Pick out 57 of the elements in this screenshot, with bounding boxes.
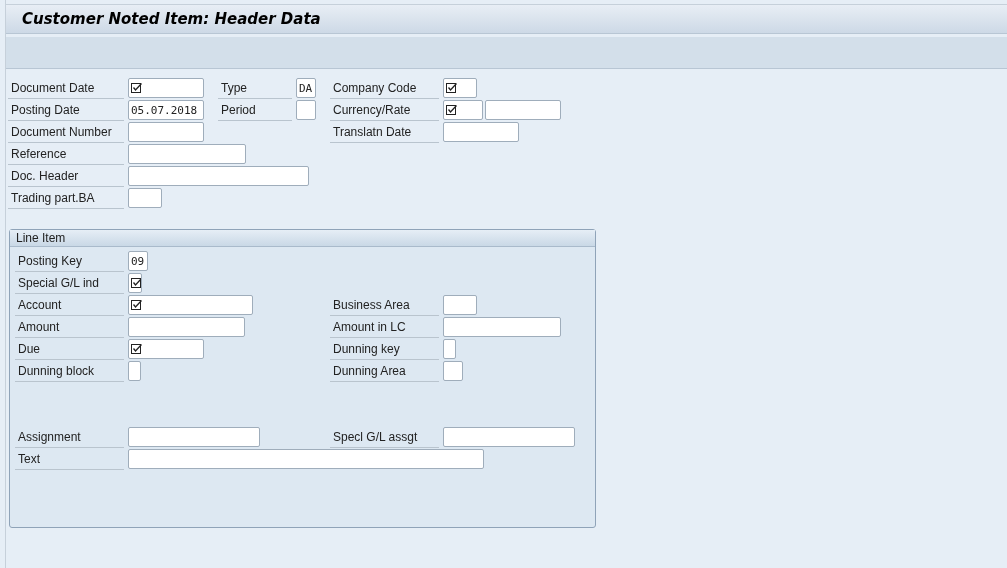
field-label: Dunning key <box>330 338 439 360</box>
required-checkbox-icon <box>131 82 142 94</box>
field-label: Account <box>15 294 124 316</box>
input-field[interactable] <box>128 361 141 381</box>
input-field[interactable] <box>443 122 519 142</box>
input-field[interactable] <box>128 427 260 447</box>
input-field[interactable] <box>128 78 204 98</box>
group-title: Line Item <box>16 231 66 245</box>
input-field[interactable]: DA <box>296 78 316 98</box>
field-label: Translatn Date <box>330 121 439 143</box>
required-checkbox-icon <box>131 277 141 289</box>
field-label: Doc. Header <box>8 165 124 187</box>
input-field[interactable] <box>128 144 246 164</box>
required-checkbox-icon <box>131 343 142 355</box>
input-field[interactable] <box>443 295 477 315</box>
input-field[interactable] <box>128 188 162 208</box>
field-label: Due <box>15 338 124 360</box>
field-label: Business Area <box>330 294 439 316</box>
input-field[interactable] <box>296 100 316 120</box>
field-label: Special G/L ind <box>15 272 124 294</box>
input-field[interactable] <box>443 100 483 120</box>
field-label: Document Date <box>8 77 124 99</box>
input-field[interactable] <box>443 78 477 98</box>
required-checkbox-icon <box>446 104 457 116</box>
input-field[interactable] <box>128 317 245 337</box>
field-label: Dunning block <box>15 360 124 382</box>
field-label: Currency/Rate <box>330 99 439 121</box>
input-field[interactable] <box>443 427 575 447</box>
field-label: Period <box>218 99 292 121</box>
input-field[interactable] <box>443 339 456 359</box>
field-label: Type <box>218 77 292 99</box>
window-title: Customer Noted Item: Header Data <box>22 10 321 28</box>
input-field[interactable] <box>128 273 142 293</box>
input-field[interactable] <box>128 339 204 359</box>
input-field[interactable]: 05.07.2018 <box>128 100 204 120</box>
field-label: Assignment <box>15 426 124 448</box>
field-label: Posting Date <box>8 99 124 121</box>
required-checkbox-icon <box>446 82 457 94</box>
field-label: Text <box>15 448 124 470</box>
field-label: Trading part.BA <box>8 187 124 209</box>
input-field[interactable] <box>128 166 309 186</box>
input-field[interactable] <box>128 295 253 315</box>
input-field[interactable] <box>485 100 561 120</box>
field-label: Company Code <box>330 77 439 99</box>
field-label: Amount <box>15 316 124 338</box>
field-label: Posting Key <box>15 250 124 272</box>
input-field[interactable]: 09 <box>128 251 148 271</box>
field-label: Amount in LC <box>330 316 439 338</box>
input-field[interactable] <box>128 449 484 469</box>
field-label: Dunning Area <box>330 360 439 382</box>
field-label: Specl G/L assgt <box>330 426 439 448</box>
field-label: Reference <box>8 143 124 165</box>
field-label: Document Number <box>8 121 124 143</box>
input-field[interactable] <box>443 361 463 381</box>
required-checkbox-icon <box>131 299 142 311</box>
input-field[interactable] <box>443 317 561 337</box>
input-field[interactable] <box>128 122 204 142</box>
